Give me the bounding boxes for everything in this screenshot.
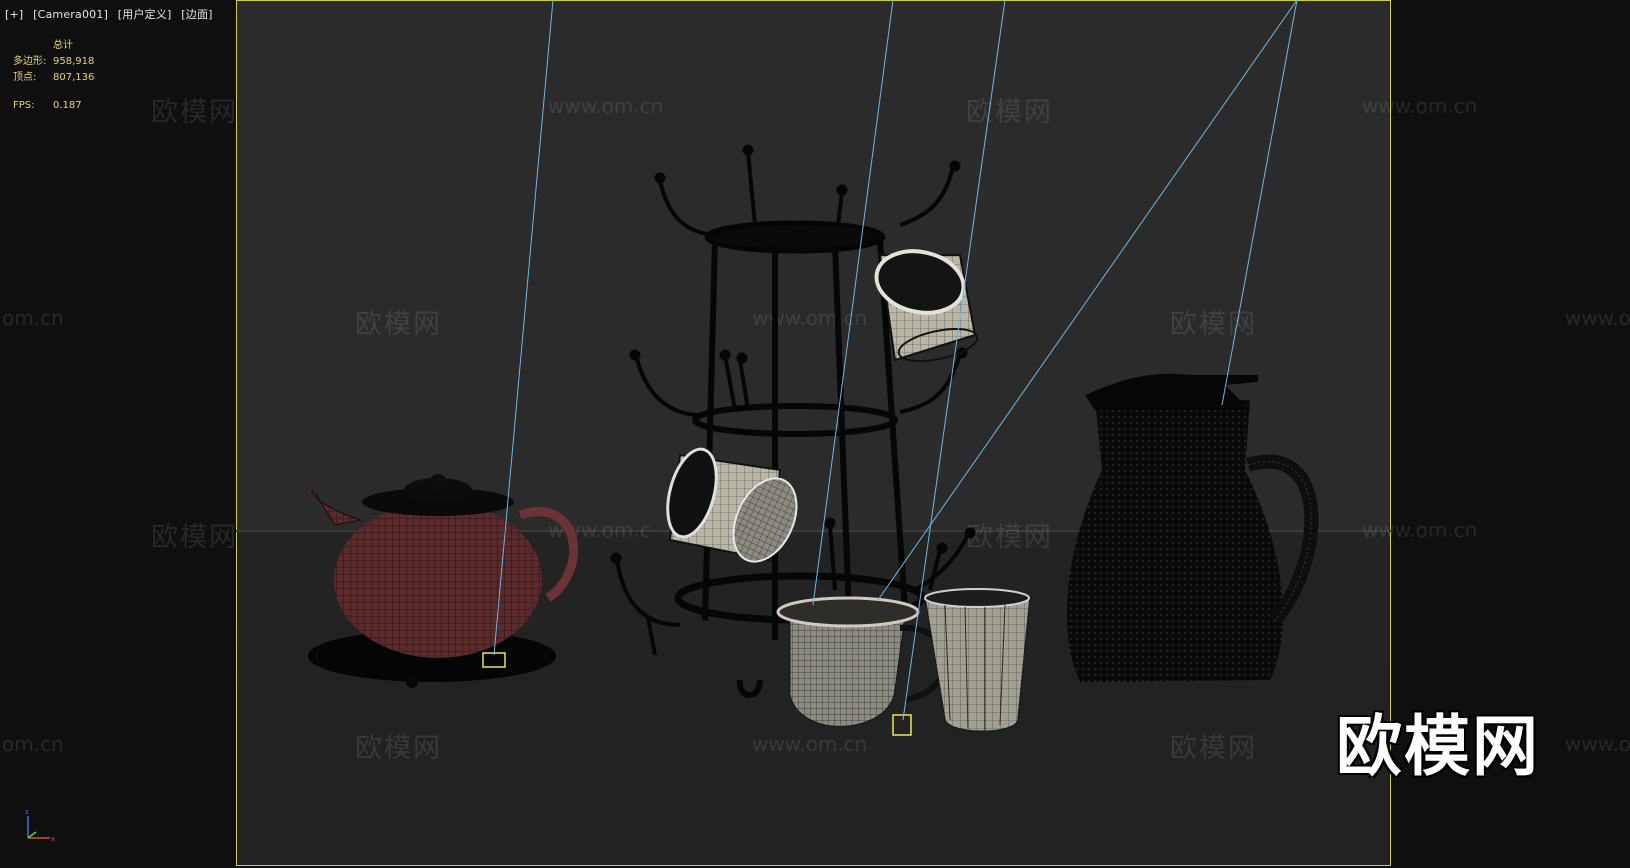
vertices-value: 807,136 [53,72,95,83]
fps-value: 0.187 [53,100,82,111]
fps-label: FPS: [13,100,35,111]
svg-text:z: z [25,808,29,816]
brand-logo: 欧模网 [1336,708,1540,785]
statistics-overlay: 总计 多边形: 958,918 顶点: 807,136 FPS: 0.187 [13,38,94,114]
viewport-plus-menu[interactable]: [+] [5,8,23,21]
polygons-label: 多边形: [13,56,47,67]
viewport-label-menu[interactable]: [+] [Camera001] [用户定义] [边面] [5,6,219,22]
polygons-value: 958,918 [53,56,95,67]
mug-middle-model[interactable] [659,444,809,572]
viewport-view-menu[interactable]: [用户定义] [118,8,172,21]
vertices-label: 顶点: [13,72,37,83]
teapot-model[interactable] [308,474,579,688]
3d-viewport[interactable]: 欧模网 www.om.cn 欧模网 www.om.cn om.cn 欧模网 ww… [0,0,1630,868]
thermos-jug-model[interactable] [1067,373,1319,682]
viewport-shading-menu[interactable]: [边面] [181,8,212,21]
glass-cup-model[interactable] [924,588,1031,732]
pitcher-model[interactable] [776,596,949,736]
viewport-camera-menu[interactable]: [Camera001] [33,8,108,21]
stats-header: 总计 [53,40,73,51]
svg-text:x: x [51,835,55,843]
axis-gizmo-icon: z x [25,808,55,843]
